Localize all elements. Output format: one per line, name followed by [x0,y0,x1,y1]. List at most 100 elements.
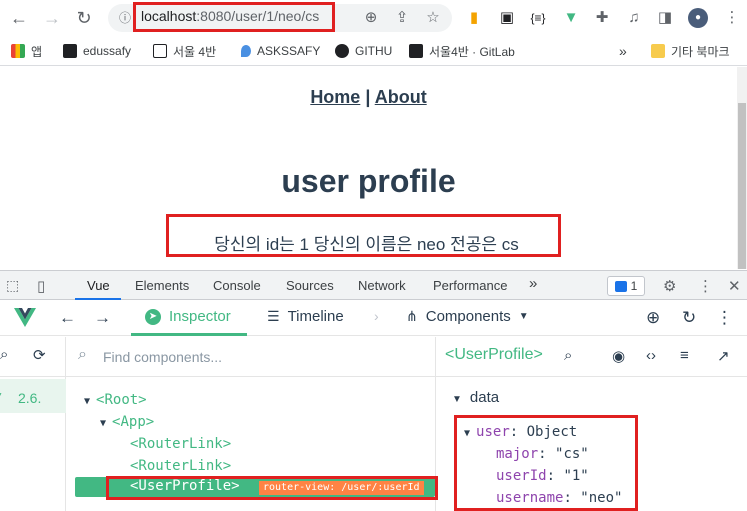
bookmark-label: edussafy [83,44,132,58]
tree-node-routerlink[interactable]: <RouterLink> [130,436,231,452]
open-in-editor-icon[interactable]: ↗ [717,347,730,365]
bookmarks-bar: 앱 edussafy 서울 4반 ASKSSAFY GITHU 서울4반 · G… [0,36,747,66]
nav-about-link[interactable]: About [375,87,427,107]
back-arrow-icon[interactable]: ← [9,8,29,28]
tab-timeline[interactable]: ☰ Timeline [267,308,344,325]
tab-vue[interactable]: Vue [87,278,110,293]
field-key: major [496,446,539,462]
reload-icon[interactable]: ↻ [74,8,94,28]
refresh-apps-icon[interactable]: ⟳ [33,346,46,364]
filter-search-icon[interactable]: ⌕ [564,347,572,364]
expand-triangle-icon[interactable]: ▼ [464,428,470,439]
extension-json-icon[interactable]: {≡} [528,8,548,28]
inspect-element-icon[interactable]: ⬚ [6,277,19,294]
tab-elements[interactable]: Elements [135,278,189,293]
tree-node-routerlink[interactable]: <RouterLink> [130,458,231,474]
tree-node-label: <Root> [96,392,147,408]
info-icon[interactable]: ⓘ [115,8,135,28]
top-nav: Home | About [0,87,737,108]
extensions-puzzle-icon[interactable]: ✚ [592,8,612,28]
tab-sources[interactable]: Sources [286,278,334,293]
data-field-major[interactable]: major: "cs" [496,446,589,462]
vue-logo-icon [14,308,36,327]
more-options-icon[interactable]: ⋮ [716,308,733,328]
refresh-icon[interactable]: ↻ [682,308,696,328]
issues-badge[interactable]: 1 [607,276,645,296]
collapse-triangle-icon[interactable]: ▼ [452,394,462,405]
device-toolbar-icon[interactable]: ▯ [37,277,45,295]
view-source-code-icon[interactable]: ‹› [646,347,656,364]
more-bookmarks-chevron-icon: » [619,43,627,59]
nav-separator: | [360,87,375,107]
component-inspector-panel: <UserProfile> ⌕ ◉ ‹› ≡ ↗ ▼ data ▼ user: Ob… [436,337,747,511]
component-search-input[interactable]: Find components... [103,349,222,365]
menu-kebab-icon[interactable]: ⋮ [722,8,742,28]
media-icon[interactable]: ♫ [624,8,644,28]
bookmark-github[interactable]: GITHU [335,42,392,60]
bookmark-gitlab[interactable]: 서울4반 · GitLab [409,42,515,60]
url-highlight-box [133,2,335,32]
tab-inspector[interactable]: ➤ Inspector [145,308,231,325]
page-title: user profile [281,163,456,199]
nav-home-link[interactable]: Home [310,87,360,107]
data-section-label: data [469,389,500,406]
app-version-item[interactable]: ▼ 2.6. [0,379,66,413]
scrollbar-thumb[interactable] [738,103,746,269]
bookmark-label: GITHU [355,44,393,58]
profile-avatar[interactable]: ● [688,8,708,28]
forward-arrow-icon[interactable]: → [94,308,111,328]
tab-timeline-label: Timeline [287,308,344,325]
bookmark-edussafy[interactable]: edussafy [63,42,131,60]
select-component-target-icon[interactable]: ⊕ [646,308,660,328]
star-icon[interactable]: ☆ [423,8,443,28]
extension-chat-icon[interactable]: ▣ [497,8,517,28]
expand-triangle-icon[interactable]: ▼ [84,396,90,407]
apps-grid-icon [11,44,25,58]
devtools-menu-icon[interactable]: ⋮ [698,277,713,295]
field-value[interactable]: "cs" [555,446,589,462]
components-tree-icon: ⋔ [406,308,418,324]
active-vue-tab-indicator [131,333,247,336]
forward-arrow-icon[interactable]: → [42,8,62,28]
issues-count: 1 [630,279,638,293]
bookmark-askssafy[interactable]: ASKSSAFY [241,42,320,60]
inspector-header: <UserProfile> ⌕ ◉ ‹› ≡ ↗ [436,337,747,377]
data-field-userid[interactable]: userId: "1" [496,468,589,484]
dropdown-caret-icon: ▼ [518,311,529,322]
more-bookmarks-button[interactable]: » [619,42,627,60]
bookmark-seoul4[interactable]: 서울 4반 [153,42,216,60]
tab-console[interactable]: Console [213,278,261,293]
field-value[interactable]: "neo" [580,490,622,506]
devtools-tabbar: ⬚ ▯ Vue Elements Console Sources Network… [0,270,747,300]
settings-gear-icon[interactable]: ⚙ [663,277,676,295]
back-arrow-icon[interactable]: ← [59,308,76,328]
bookmark-other[interactable]: 기타 북마크 [651,42,730,60]
side-panel-icon[interactable]: ◨ [655,8,675,28]
page-scrollbar[interactable] [737,67,747,269]
tab-network[interactable]: Network [358,278,406,293]
bookmark-apps[interactable]: 앱 [11,42,42,60]
bookmark-label: 기타 북마크 [671,44,730,59]
more-tabs-chevron-icon[interactable]: » [529,275,537,292]
close-devtools-icon[interactable]: ✕ [728,277,741,295]
tree-node-root[interactable]: ▼ <Root> [84,392,147,408]
components-dropdown[interactable]: ⋔ Components ▼ [406,308,529,325]
extension-bookmark-icon[interactable]: ▮ [464,8,484,28]
tab-performance[interactable]: Performance [433,278,507,293]
vue-devtools-extension-icon[interactable]: ▼ [561,8,581,28]
share-icon[interactable]: ⇪ [392,8,412,28]
user-type: : Object [509,424,578,440]
user-object-row[interactable]: ▼ user: Object [464,424,577,440]
data-section-header[interactable]: ▼ data [452,389,499,406]
zoom-icon[interactable]: ⊕ [361,8,381,28]
page-viewport: Home | About user profile 당신의 id는 1 당신의 … [0,67,737,269]
tree-node-app[interactable]: ▼ <App> [100,414,154,430]
scroll-to-component-icon[interactable]: ≡ [680,347,689,364]
field-value[interactable]: "1" [563,468,588,484]
inspected-component-title: <UserProfile> [445,346,543,363]
expand-triangle-icon[interactable]: ▼ [100,418,106,429]
data-field-username[interactable]: username: "neo" [496,490,622,506]
inspect-dom-eye-icon[interactable]: ◉ [612,347,625,365]
search-icon[interactable]: ⌕ [0,346,8,363]
browser-toolbar: ← → ↻ ⓘ localhost:8080/user/1/neo/cs ⊕ ⇪… [0,0,747,36]
